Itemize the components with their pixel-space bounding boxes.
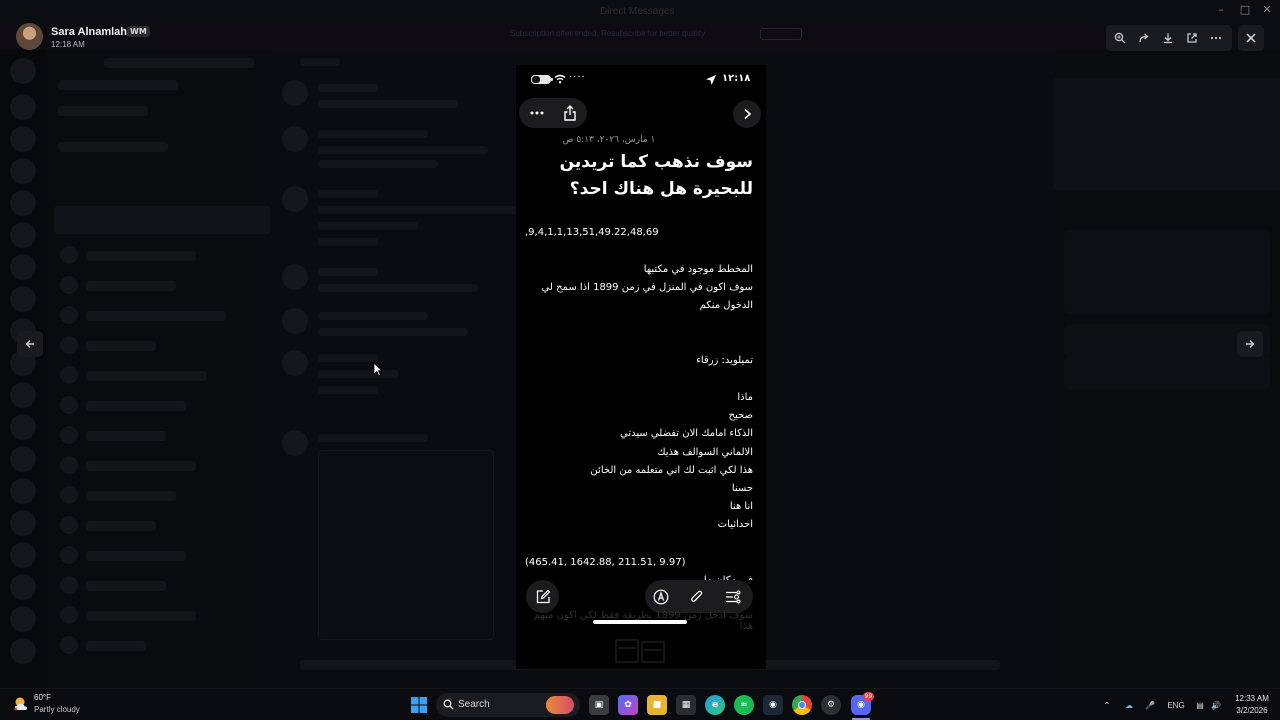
compose-icon	[536, 589, 550, 603]
close-viewer-button[interactable]	[1238, 25, 1264, 51]
note-timeline-line: تميلويد: زرقاء	[696, 355, 753, 366]
next-image-button[interactable]	[1237, 331, 1263, 357]
spotify-icon[interactable]: ≈	[734, 695, 754, 715]
search-highlight-icon	[546, 696, 574, 714]
note-date: ١ مارس، ٢٠٢٦، ٥:١٣ ص	[562, 135, 656, 145]
edge-icon[interactable]: e	[705, 695, 725, 715]
share-button[interactable]	[558, 101, 582, 125]
forward-button[interactable]	[733, 100, 761, 128]
home-indicator	[593, 620, 687, 624]
attach-button[interactable]	[685, 585, 709, 609]
task-view-icon[interactable]: ▣	[589, 695, 609, 715]
phone-screenshot[interactable]: .... ١٢:١٨ ١ مارس، ٢٠٢٦، ٥:١٣ ص سوف نذهب…	[516, 65, 766, 669]
server-tag-badge: WM	[127, 26, 150, 37]
note-line: صحيح	[728, 410, 753, 422]
volume-icon[interactable]: 🔊	[1209, 697, 1223, 713]
network-icon[interactable]: ▤	[1193, 697, 1207, 713]
share-icon	[564, 105, 576, 121]
steam-icon[interactable]: ◉	[763, 695, 783, 715]
sketch-thumbnail	[615, 639, 665, 663]
location-arrow-icon	[706, 75, 716, 85]
more-icon[interactable]	[1207, 29, 1225, 47]
note-line: انا هنا	[729, 501, 753, 513]
note-title-line: للبحيرة هل هناك احد؟	[569, 179, 753, 199]
upload-timestamp: 12:18 AM	[51, 40, 85, 49]
paperclip-icon	[691, 590, 703, 602]
search-label: Search	[458, 699, 490, 710]
note-line: الالماني السوالف هذيك	[657, 446, 753, 458]
note-paragraph: المخطط موجود في مكتبها سوف اكون في المنز…	[525, 261, 753, 316]
markup-button[interactable]	[649, 585, 673, 609]
arrow-left-icon	[25, 340, 34, 348]
markup-pen-icon	[653, 589, 669, 605]
weather-description[interactable]: Partly cloudy	[34, 705, 80, 714]
note-line: المخطط موجود في مكتبها	[643, 264, 753, 275]
tools-pill	[645, 580, 753, 613]
mouse-cursor-icon	[373, 362, 383, 377]
compose-button[interactable]	[526, 580, 559, 613]
weather-temperature[interactable]: 60°F	[34, 693, 51, 702]
download-icon[interactable]	[1159, 29, 1177, 47]
file-explorer-icon[interactable]: ■	[647, 695, 667, 715]
server-rail	[0, 50, 46, 688]
signal-icon: ....	[569, 69, 586, 80]
status-time: ١٢:١٨	[722, 73, 751, 84]
note-line: هذا لكي اثبت لك اني متعلمه من الخائن	[590, 464, 753, 476]
chevron-right-icon	[744, 108, 752, 120]
notes-action-pill	[519, 98, 587, 128]
note-line: ماذا	[737, 392, 753, 403]
taskbar-search[interactable]: Search	[436, 693, 580, 717]
note-coordinates-line: (465.41, 1642.88, 211.51, 9.97)	[525, 557, 686, 568]
note-title-line: سوف نذهب كما تريدين	[559, 152, 753, 172]
copilot-icon[interactable]: ✿	[618, 695, 638, 715]
language-indicator[interactable]: ENG	[1165, 697, 1187, 713]
more-icon	[530, 111, 544, 115]
battery-icon	[531, 75, 553, 84]
windows-start-icon[interactable]	[410, 696, 428, 714]
note-title: سوف نذهب كما تريدين للبحيرة هل هناك احد؟	[525, 149, 753, 203]
dm-list	[46, 50, 310, 688]
clock-date: 3/2/2026	[1236, 706, 1268, 715]
note-number-line: ,9,4,1,1,13,51,49.22,48,69	[525, 227, 659, 238]
partly-cloudy-icon	[14, 697, 27, 711]
chevron-up-icon[interactable]: ⌃	[1100, 697, 1114, 713]
more-options-button[interactable]	[525, 101, 549, 125]
profile-panel	[1054, 50, 1280, 688]
media-viewer-header: Sara Alnamlah WM 12:18 AM	[0, 0, 1280, 52]
taskbar: 60°F Partly cloudy Search ▣ ✿ ■ ▦ e ≈ ◉ …	[0, 688, 1280, 720]
options-sliders-icon	[726, 590, 741, 604]
chrome-icon[interactable]	[792, 695, 812, 715]
note-line: سوف اكون في المنزل في زمن 1899 اذا سمح ل…	[541, 282, 753, 294]
note-list: ماذا صحيح الذكاء امامك الان تفضلي سيدتي …	[525, 389, 753, 535]
previous-image-button[interactable]	[17, 331, 43, 357]
wifi-icon	[554, 74, 566, 84]
microsoft-store-icon[interactable]: ▦	[676, 695, 696, 715]
open-in-browser-icon[interactable]	[1183, 29, 1201, 47]
note-line: الذكاء امامك الان تفضلي سيدتي	[619, 428, 753, 440]
system-clock[interactable]: 12:33 AM 3/2/2026	[1232, 693, 1272, 717]
forward-icon[interactable]	[1135, 29, 1153, 47]
uploader-name[interactable]: Sara Alnamlah	[51, 26, 127, 38]
viewer-toolbar	[1106, 25, 1232, 51]
riot-client-icon[interactable]: ⚙	[821, 695, 841, 715]
format-options-button[interactable]	[721, 585, 745, 609]
discord-badge: 99	[863, 692, 874, 701]
onedrive-icon[interactable]: ☁	[1121, 697, 1137, 713]
microphone-icon[interactable]: 🎤	[1143, 697, 1157, 713]
arrow-right-icon	[1246, 340, 1255, 348]
avatar[interactable]	[16, 23, 43, 50]
clock-time: 12:33 AM	[1235, 694, 1269, 703]
zoom-in-icon[interactable]	[1111, 29, 1129, 47]
close-icon	[1246, 33, 1256, 43]
note-line: الدخول منكم	[699, 300, 753, 312]
search-icon	[443, 699, 454, 710]
note-line: حسنا	[731, 483, 753, 495]
note-line: احداثيات	[717, 519, 753, 531]
